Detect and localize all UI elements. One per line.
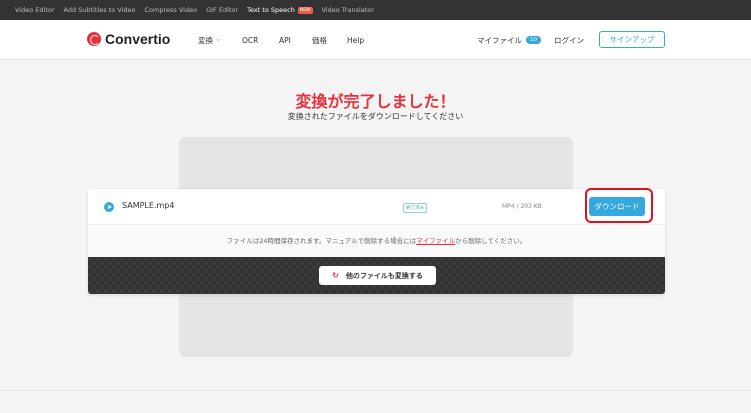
signup-button[interactable]: サインアップ [599, 31, 665, 48]
topbar-link-add-subtitles[interactable]: Add Subtitles to Video [64, 6, 136, 14]
convert-more-button[interactable]: ↻ 他のファイルも変換する [319, 266, 436, 285]
topbar-link-text-to-speech[interactable]: Text to Speech NEW [247, 6, 313, 14]
nav-my-files-label: マイファイル [477, 35, 522, 45]
logo-text: Convertio [105, 31, 171, 47]
topbar-link-video-editor[interactable]: Video Editor [15, 6, 55, 14]
nav-pricing[interactable]: 価格 [312, 20, 327, 60]
file-name: SAMPLE.mp4 [122, 201, 175, 210]
footer-divider [0, 390, 751, 391]
topbar-link-compress-video[interactable]: Compress Video [145, 6, 198, 14]
topbar-link-gif-editor[interactable]: GIF Editor [206, 6, 238, 14]
status-badge: 終了済み [403, 203, 427, 213]
play-icon[interactable] [104, 202, 114, 212]
nav-my-files[interactable]: マイファイル 10 [477, 20, 541, 60]
chevron-down-icon: ⌵ [216, 36, 221, 43]
file-card: SAMPLE.mp4 終了済み MP4 / 203 KB ダウンロード ファイル… [88, 189, 665, 294]
new-badge: NEW [297, 6, 313, 14]
retention-note-text-end: から削除してください。 [455, 237, 527, 245]
site-header: Convertio 変換 ⌵ OCR API 価格 Help マイファイル 10 ロ… [0, 20, 751, 60]
topbar-link-text-to-speech-label: Text to Speech [247, 6, 295, 14]
nav-help[interactable]: Help [347, 20, 364, 60]
refresh-icon: ↻ [332, 271, 339, 280]
nav-api[interactable]: API [279, 20, 291, 60]
my-files-count-badge: 10 [526, 36, 541, 44]
nav-convert[interactable]: 変換 ⌵ [198, 20, 221, 60]
convert-more-bar: ↻ 他のファイルも変換する [88, 257, 665, 294]
topbar-link-video-translator[interactable]: Video Translator [322, 6, 374, 14]
logo-icon [87, 32, 101, 46]
file-row: SAMPLE.mp4 終了済み MP4 / 203 KB ダウンロード [88, 189, 665, 225]
logo[interactable]: Convertio [87, 31, 170, 47]
nav-convert-label: 変換 [198, 35, 213, 45]
retention-note: ファイルは24時間保存されます。マニュアルで削除する場合にはマイファイルから削除… [88, 226, 665, 257]
login-link[interactable]: ログイン [554, 20, 584, 60]
file-meta: MP4 / 203 KB [502, 203, 542, 210]
retention-note-text: ファイルは24時間保存されます。マニュアルで削除する場合には [226, 237, 417, 245]
page-title: 変換が完了しました！ [295, 92, 456, 111]
top-links-bar: Video Editor Add Subtitles to Video Comp… [0, 0, 751, 20]
page-subtitle: 変換されたファイルをダウンロードしてください [287, 112, 464, 121]
my-files-link[interactable]: マイファイル [416, 237, 455, 245]
convert-more-label: 他のファイルも変換する [345, 271, 423, 280]
nav-ocr[interactable]: OCR [242, 20, 258, 60]
highlight-box [585, 188, 653, 223]
